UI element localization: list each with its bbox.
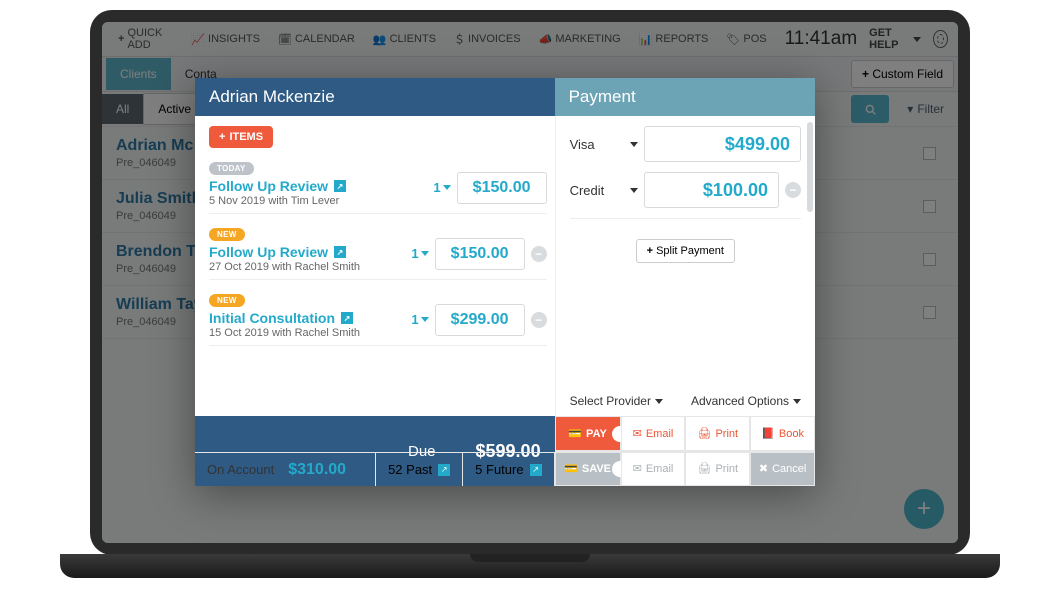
modal-title-client: Adrian Mckenzie (195, 78, 555, 116)
service-subtitle: 5 Nov 2019 with Tim Lever (209, 195, 427, 207)
open-icon (438, 464, 450, 476)
service-row: TODAY Follow Up Review 5 Nov 2019 with T… (209, 158, 547, 214)
split-payment-button[interactable]: +Split Payment (636, 239, 735, 263)
open-icon (334, 180, 346, 192)
payment-method-dropdown[interactable]: Visa (570, 137, 624, 152)
open-icon (341, 312, 353, 324)
pay-button[interactable]: 💳PAY+ (555, 416, 621, 451)
chevron-down-icon (630, 188, 638, 193)
open-icon (334, 246, 346, 258)
payment-modal: Adrian Mckenzie Payment +ITEMS TODAY Fol… (195, 78, 815, 486)
quantity-dropdown[interactable]: 1 (411, 224, 428, 261)
laptop-frame (60, 554, 1000, 578)
book-button[interactable]: 📕Book (750, 416, 815, 451)
future-link[interactable]: 5 Future (463, 453, 554, 486)
service-amount-input[interactable]: $299.00 (435, 304, 525, 336)
service-amount-input[interactable]: $150.00 (435, 238, 525, 270)
open-icon (530, 464, 542, 476)
service-row: NEW Initial Consultation 15 Oct 2019 wit… (209, 290, 547, 346)
remove-icon[interactable]: − (531, 312, 547, 328)
payment-amount-input[interactable]: $100.00 (644, 172, 779, 208)
on-account-label: On Account (207, 462, 274, 477)
modal-title-payment: Payment (555, 78, 815, 116)
payment-row: Credit $100.00 − (570, 172, 801, 208)
print-button[interactable]: 🖨Print (685, 416, 750, 451)
service-title[interactable]: Initial Consultation (209, 310, 405, 326)
past-link[interactable]: 52 Past (376, 453, 463, 486)
service-title[interactable]: Follow Up Review (209, 178, 427, 194)
new-badge: NEW (209, 294, 245, 307)
service-title[interactable]: Follow Up Review (209, 244, 405, 260)
on-account-amount: $310.00 (288, 461, 346, 479)
service-subtitle: 27 Oct 2019 with Rachel Smith (209, 261, 405, 273)
add-items-button[interactable]: +ITEMS (209, 126, 273, 148)
quantity-dropdown[interactable]: 1 (411, 290, 428, 327)
chevron-down-icon (630, 142, 638, 147)
service-amount-input[interactable]: $150.00 (457, 172, 547, 204)
payment-amount-input[interactable]: $499.00 (644, 126, 801, 162)
advanced-options-dropdown[interactable]: Advanced Options (691, 394, 801, 408)
today-badge: TODAY (209, 162, 254, 175)
service-subtitle: 15 Oct 2019 with Rachel Smith (209, 327, 405, 339)
select-provider-dropdown[interactable]: Select Provider (570, 394, 663, 408)
remove-icon[interactable]: − (785, 182, 801, 198)
payment-method-dropdown[interactable]: Credit (570, 183, 624, 198)
service-row: NEW Follow Up Review 27 Oct 2019 with Ra… (209, 224, 547, 280)
remove-icon[interactable]: − (531, 246, 547, 262)
payment-row: Visa $499.00 (570, 126, 801, 162)
quantity-dropdown[interactable]: 1 (433, 158, 450, 195)
email-button[interactable]: ✉Email (621, 416, 686, 451)
scrollbar[interactable] (807, 122, 813, 212)
new-badge: NEW (209, 228, 245, 241)
